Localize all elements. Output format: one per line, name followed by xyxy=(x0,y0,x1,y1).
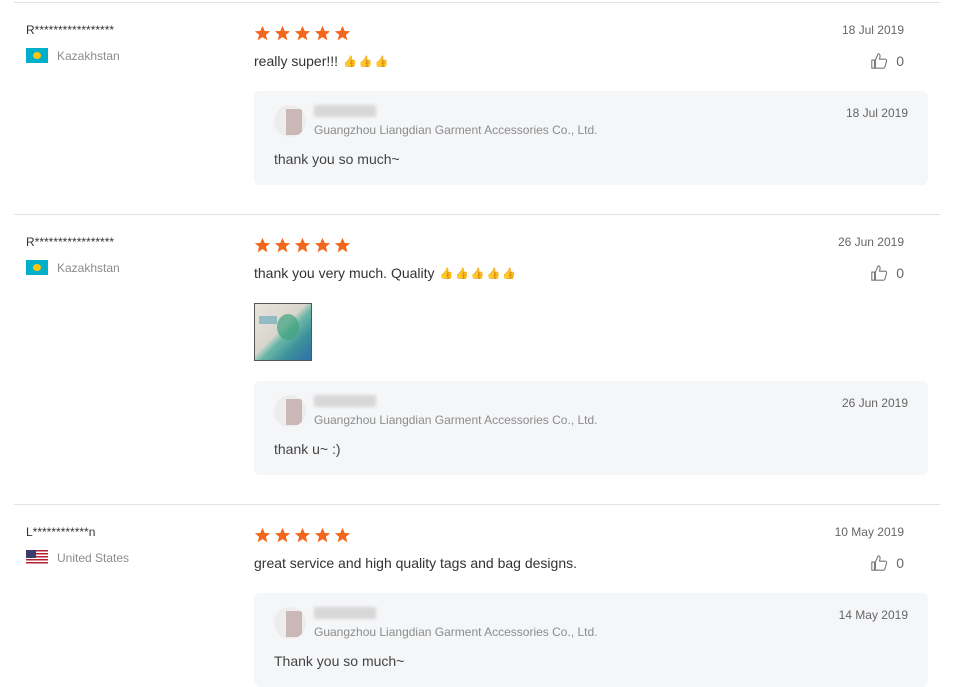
star-icon xyxy=(254,25,271,41)
seller-reply: Guangzhou Liangdian Garment Accessories … xyxy=(254,91,928,185)
star-rating xyxy=(254,527,351,544)
star-icon xyxy=(254,237,271,253)
star-icon xyxy=(274,237,291,253)
star-rating xyxy=(254,237,351,254)
helpful-count: 0 xyxy=(896,555,904,571)
seller-company: Guangzhou Liangdian Garment Accessories … xyxy=(314,123,598,137)
star-icon xyxy=(334,25,351,41)
seller-company: Guangzhou Liangdian Garment Accessories … xyxy=(314,413,598,427)
buyer-country: United States xyxy=(26,550,129,565)
star-icon xyxy=(254,527,271,543)
seller-reply: Guangzhou Liangdian Garment Accessories … xyxy=(254,593,928,687)
seller-avatar xyxy=(274,105,306,137)
star-icon xyxy=(294,237,311,253)
review-date: 26 Jun 2019 xyxy=(837,235,904,249)
star-icon xyxy=(294,527,311,543)
star-icon xyxy=(334,237,351,253)
thumbs-up-emoji-icon: 👍👍👍👍👍 xyxy=(439,267,519,280)
review-date: 18 Jul 2019 xyxy=(841,23,904,37)
reply-date: 14 May 2019 xyxy=(838,608,908,622)
star-rating xyxy=(254,25,351,42)
helpful-button[interactable]: 0 xyxy=(870,52,904,70)
seller-name-blurred xyxy=(314,607,376,619)
review-text: really super!!! 👍👍👍 xyxy=(254,53,390,69)
seller-avatar xyxy=(274,395,306,427)
reply-text: Thank you so much~ xyxy=(274,653,405,669)
helpful-button[interactable]: 0 xyxy=(870,554,904,572)
review-text-body: great service and high quality tags and … xyxy=(254,555,577,571)
reply-date: 18 Jul 2019 xyxy=(845,106,908,120)
country-label: Kazakhstan xyxy=(57,260,120,275)
buyer-name: R***************** xyxy=(26,235,115,249)
seller-name-blurred xyxy=(314,105,376,117)
buyer-country: Kazakhstan xyxy=(26,260,120,275)
thumbs-up-icon[interactable] xyxy=(870,554,888,572)
review-date: 10 May 2019 xyxy=(834,525,904,539)
star-icon xyxy=(294,25,311,41)
star-icon xyxy=(274,527,291,543)
buyer-name: L************n xyxy=(26,525,96,539)
helpful-count: 0 xyxy=(896,53,904,69)
thumbs-up-icon[interactable] xyxy=(870,264,888,282)
review-photo-thumbnail[interactable] xyxy=(254,303,312,361)
buyer-country: Kazakhstan xyxy=(26,48,120,63)
country-label: United States xyxy=(57,550,130,565)
seller-avatar xyxy=(274,607,306,639)
star-icon xyxy=(314,527,331,543)
review-item: L************n United States great servi… xyxy=(14,504,940,687)
review-item: R***************** Kazakhstan thank you … xyxy=(14,214,940,504)
country-label: Kazakhstan xyxy=(57,48,120,63)
reply-date: 26 Jun 2019 xyxy=(841,396,908,410)
star-icon xyxy=(314,237,331,253)
united-states-flag-icon xyxy=(26,550,48,565)
seller-reply: Guangzhou Liangdian Garment Accessories … xyxy=(254,381,928,475)
helpful-count: 0 xyxy=(896,265,904,281)
star-icon xyxy=(334,527,351,543)
seller-name-blurred xyxy=(314,395,376,407)
thumbs-up-icon[interactable] xyxy=(870,52,888,70)
buyer-name: R***************** xyxy=(26,23,115,37)
kazakhstan-flag-icon xyxy=(26,48,48,63)
thumbs-up-emoji-icon: 👍👍👍 xyxy=(343,55,391,68)
star-icon xyxy=(314,25,331,41)
review-item: R***************** Kazakhstan really sup… xyxy=(14,2,940,214)
review-text-body: really super!!! xyxy=(254,53,339,69)
helpful-button[interactable]: 0 xyxy=(870,264,904,282)
reply-text: thank you so much~ xyxy=(274,151,400,167)
reply-text: thank u~ :) xyxy=(274,441,341,457)
review-text-body: thank you very much. Quality xyxy=(254,265,435,281)
review-text: great service and high quality tags and … xyxy=(254,555,577,571)
seller-company: Guangzhou Liangdian Garment Accessories … xyxy=(314,625,598,639)
review-text: thank you very much. Quality 👍👍👍👍👍 xyxy=(254,265,518,281)
kazakhstan-flag-icon xyxy=(26,260,48,275)
star-icon xyxy=(274,25,291,41)
